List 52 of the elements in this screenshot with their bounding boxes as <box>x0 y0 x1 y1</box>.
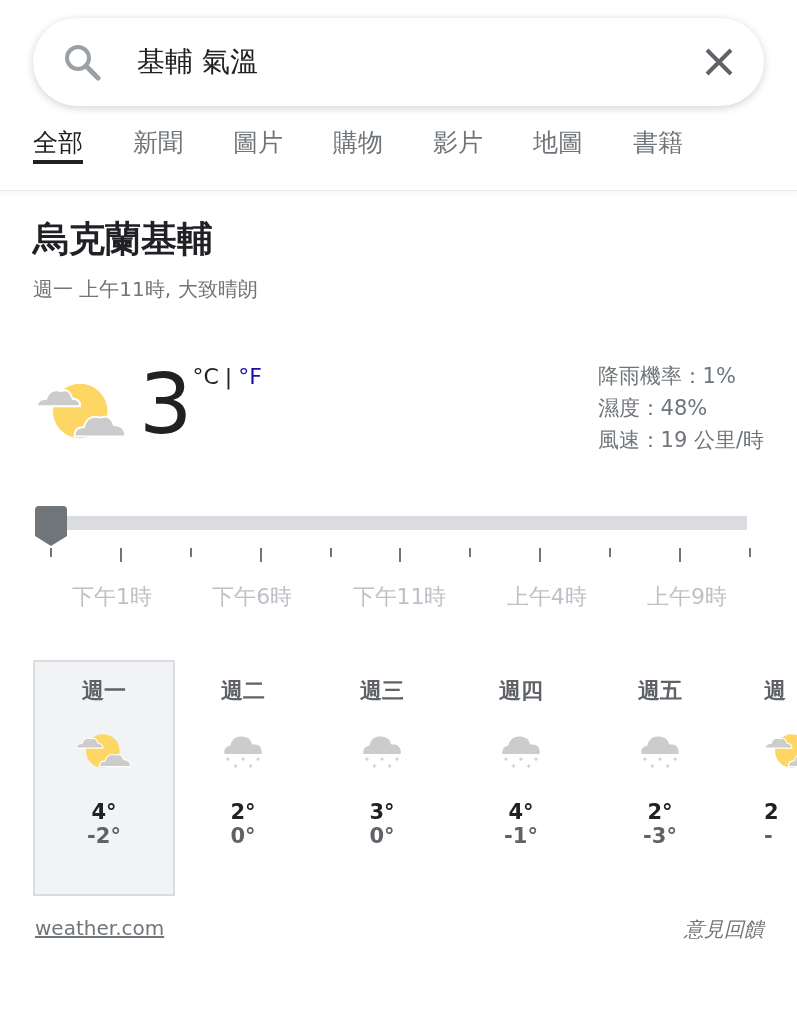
weather-detail: 濕度：48% <box>597 395 709 422</box>
low-temperature: -3° <box>643 824 677 848</box>
tab[interactable]: 新聞 <box>133 126 183 164</box>
time-label: 下午1時 <box>72 583 152 611</box>
search-icon[interactable] <box>63 43 101 81</box>
unit-toggle[interactable]: °F <box>238 364 262 394</box>
weather-subtitle: 週一 上午11時, 大致晴朗 <box>33 276 259 303</box>
high-temperature: 2° <box>230 800 256 824</box>
feedback-link[interactable]: 意見回饋 <box>684 916 764 943</box>
weather-detail: 風速：19 公里/時 <box>597 427 764 454</box>
high-temperature: 3° <box>369 800 395 824</box>
forecast-day[interactable]: 週五 2° -3° <box>589 660 731 896</box>
tab[interactable]: 書籍 <box>633 126 683 164</box>
tab[interactable]: 圖片 <box>233 126 283 164</box>
search-bar[interactable]: 基輔 氣溫 <box>33 18 764 106</box>
slider-handle[interactable] <box>35 506 67 546</box>
tab[interactable]: 影片 <box>433 126 483 164</box>
high-temperature: 4° <box>508 800 534 824</box>
day-name: 週四 <box>499 677 543 705</box>
high-temperature: 2 <box>764 800 779 824</box>
source-link[interactable]: weather.com <box>35 916 165 943</box>
day-name: 週一 <box>82 677 126 705</box>
low-temperature: -2° <box>87 824 121 848</box>
separator: | <box>224 364 233 392</box>
day-name: 週二 <box>221 677 265 705</box>
forecast-day[interactable]: 週二 2° 0° <box>172 660 314 896</box>
low-temperature: - <box>764 824 773 848</box>
location-title: 烏克蘭基輔 <box>33 217 214 261</box>
high-temperature: 4° <box>91 800 117 824</box>
time-label: 上午9時 <box>647 583 727 611</box>
day-name: 週 <box>764 677 786 705</box>
search-field[interactable]: 基輔 氣溫 <box>135 44 670 80</box>
time-label: 下午6時 <box>212 583 293 611</box>
temperature: 3 <box>139 362 193 455</box>
low-temperature: 0° <box>369 824 395 848</box>
tab[interactable]: 地圖 <box>533 126 583 164</box>
weather-detail: 降雨機率：1% <box>597 363 737 390</box>
day-name: 週三 <box>360 677 404 705</box>
tab[interactable]: 全部 <box>33 126 83 164</box>
day-name: 週五 <box>638 677 682 705</box>
low-temperature: 0° <box>230 824 256 848</box>
time-label: 上午4時 <box>506 583 587 611</box>
tab[interactable]: 購物 <box>333 126 383 164</box>
high-temperature: 2° <box>647 800 673 824</box>
forecast-day[interactable]: 週四 4° -1° <box>450 660 592 896</box>
unit-toggle[interactable]: °C <box>192 364 219 394</box>
low-temperature: -1° <box>504 824 538 848</box>
forecast-day[interactable]: 週一 4° -2° <box>33 660 175 896</box>
forecast-day[interactable]: 週三 3° 0° <box>311 660 453 896</box>
close-icon[interactable] <box>704 47 734 77</box>
forecast-day[interactable]: 週 2 - <box>728 660 797 896</box>
time-label: 下午11時 <box>352 583 447 611</box>
